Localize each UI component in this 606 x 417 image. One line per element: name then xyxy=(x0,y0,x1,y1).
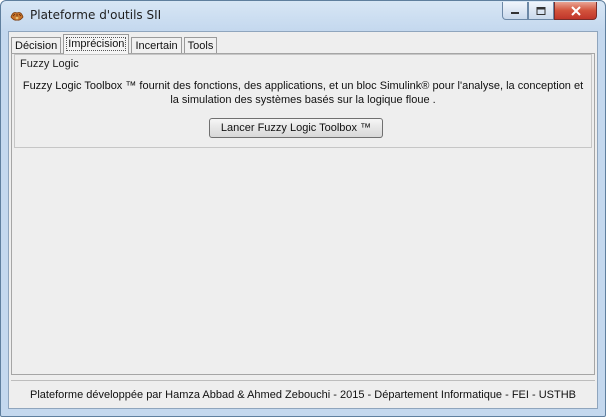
tab-tools[interactable]: Tools xyxy=(183,37,218,54)
minimize-button[interactable] xyxy=(502,2,528,20)
tab-label: Incertain xyxy=(135,40,178,52)
window-client-area: Décision Imprécision Incertain Tools Fuz… xyxy=(8,31,598,409)
window-title: Plateforme d'outils SII xyxy=(30,8,162,22)
footer-credits: Plateforme développée par Hamza Abbad & … xyxy=(30,389,576,401)
close-icon xyxy=(570,1,582,20)
launch-fuzzy-toolbox-button[interactable]: Lancer Fuzzy Logic Toolbox ™ xyxy=(209,118,383,138)
fuzzy-logic-group: Fuzzy Logic Fuzzy Logic Toolbox ™ fourni… xyxy=(14,54,592,148)
tab-label: Imprécision xyxy=(66,37,127,51)
caption-buttons xyxy=(502,2,597,21)
maximize-button[interactable] xyxy=(528,2,554,20)
tab-decision[interactable]: Décision xyxy=(11,37,62,54)
description-text: Fuzzy Logic Toolbox ™ fournit des foncti… xyxy=(21,79,585,107)
footer-divider xyxy=(11,380,595,381)
tab-bar: Décision Imprécision Incertain Tools xyxy=(11,34,219,54)
maximize-icon xyxy=(536,1,546,20)
title-bar[interactable]: Plateforme d'outils SII xyxy=(1,1,605,31)
description-line-1: Fuzzy Logic Toolbox ™ fournit des foncti… xyxy=(22,80,584,92)
tab-panel-imprecision: Fuzzy Logic Fuzzy Logic Toolbox ™ fourni… xyxy=(11,53,595,375)
tab-incertain[interactable]: Incertain xyxy=(131,37,182,54)
tab-imprecision[interactable]: Imprécision xyxy=(63,34,130,54)
app-logo-icon[interactable] xyxy=(9,8,25,24)
description-line-2: la simulation des systèmes basés sur la … xyxy=(170,94,436,106)
minimize-icon xyxy=(510,1,520,20)
app-window: Plateforme d'outils SII Décision Impréci… xyxy=(0,0,606,417)
group-title: Fuzzy Logic xyxy=(20,58,79,70)
tab-label: Tools xyxy=(187,40,214,52)
tab-label: Décision xyxy=(15,40,58,52)
close-button[interactable] xyxy=(554,2,597,20)
